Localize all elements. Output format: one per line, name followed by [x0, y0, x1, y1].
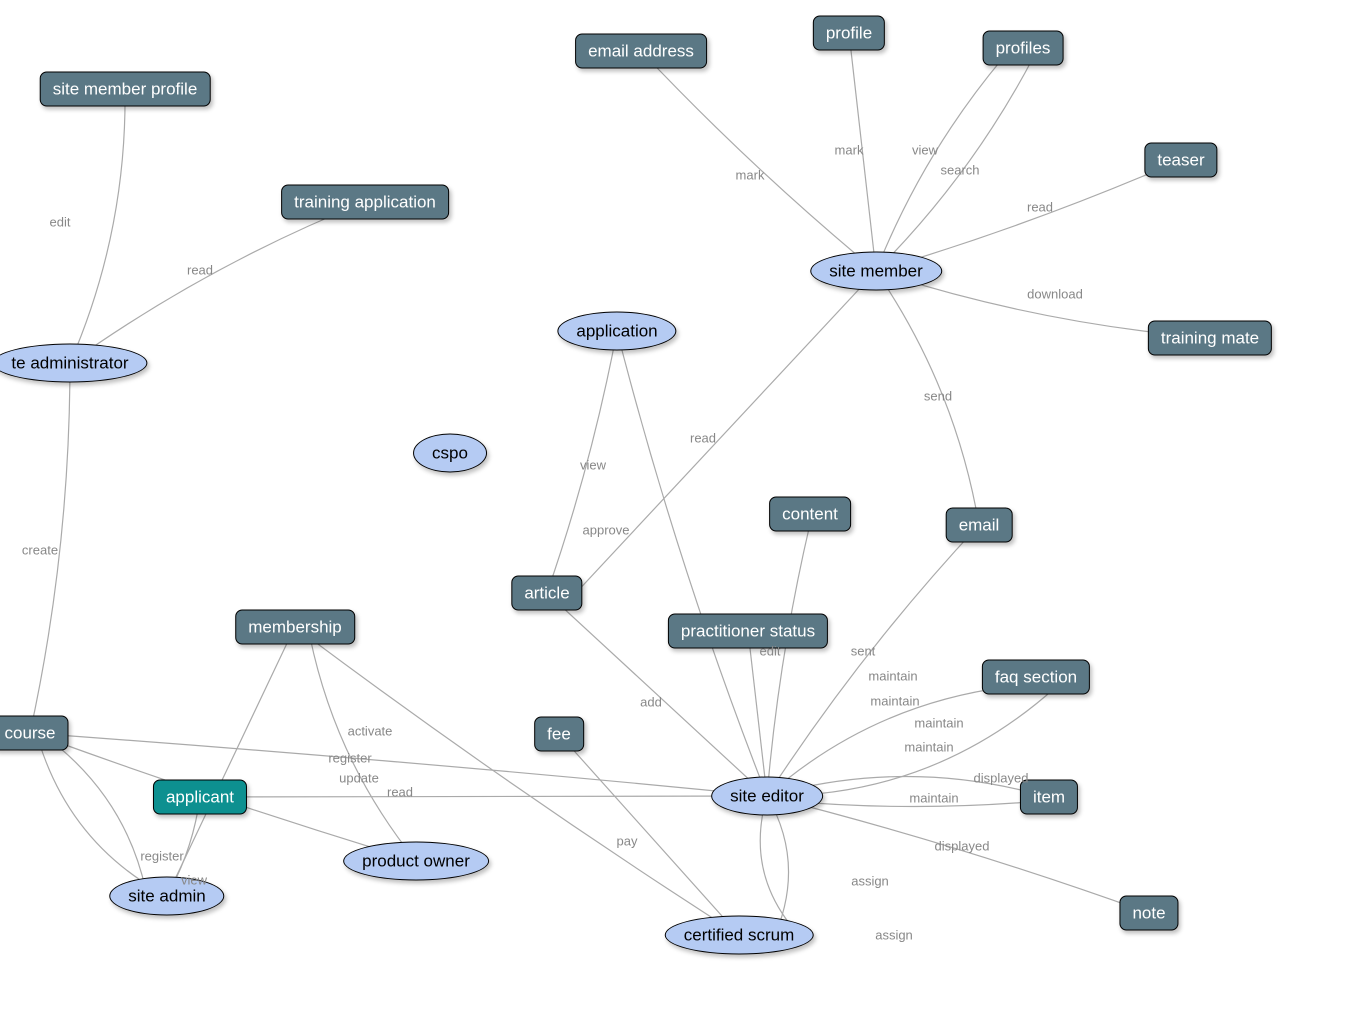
graph-node-content[interactable]: content [769, 497, 851, 532]
graph-edge [70, 202, 365, 363]
graph-node-faq-section[interactable]: faq section [982, 660, 1090, 695]
graph-node-cspo[interactable]: cspo [413, 434, 487, 473]
graph-edge [200, 796, 767, 797]
graph-edge [295, 627, 739, 935]
graph-edge [787, 801, 1029, 807]
graph-edge [70, 89, 125, 363]
graph-node-site-editor[interactable]: site editor [711, 777, 823, 816]
graph-node-article[interactable]: article [511, 576, 582, 611]
graph-node-site-member-profile[interactable]: site member profile [40, 72, 211, 107]
graph-edge [30, 363, 70, 733]
graph-edge [40, 745, 167, 896]
graph-node-membership[interactable]: membership [235, 610, 355, 645]
graph-node-certified-scrum[interactable]: certified scrum [665, 916, 814, 955]
graph-edge [767, 525, 979, 796]
graph-edge [876, 160, 1181, 271]
graph-node-training-materials[interactable]: training mate [1148, 321, 1272, 356]
graph-edge [876, 58, 1033, 271]
graph-node-course[interactable]: course [0, 716, 69, 751]
graph-edge [787, 776, 1029, 792]
graph-edge [60, 748, 147, 896]
graph-edge [760, 796, 799, 935]
graph-edge [876, 58, 1003, 271]
graph-node-site-member[interactable]: site member [810, 252, 942, 291]
graph-node-teaser[interactable]: teaser [1144, 143, 1217, 178]
graph-node-product-owner[interactable]: product owner [343, 842, 489, 881]
graph-edge [767, 796, 1149, 913]
graph-edge [767, 524, 810, 796]
graph-edge [30, 733, 767, 796]
graph-node-site-admin[interactable]: site admin [109, 877, 224, 916]
graph-node-applicant[interactable]: applicant [153, 780, 247, 815]
graph-edge [767, 687, 1056, 796]
graph-edge [876, 271, 979, 525]
graph-node-profile[interactable]: profile [813, 16, 885, 51]
graph-node-practitioner-status[interactable]: practitioner status [668, 614, 828, 649]
graph-node-email-address[interactable]: email address [575, 34, 707, 69]
graph-edge [310, 637, 416, 861]
graph-node-note[interactable]: note [1119, 896, 1178, 931]
graph-node-profiles[interactable]: profiles [983, 31, 1064, 66]
graph-edge [547, 331, 617, 593]
graph-node-item[interactable]: item [1020, 780, 1078, 815]
graph-node-training-application[interactable]: training application [281, 185, 449, 220]
graph-edge [849, 33, 876, 271]
graph-node-fee[interactable]: fee [534, 717, 584, 752]
graph-edge [641, 51, 876, 271]
graph-edge [767, 687, 1006, 796]
graph-node-email[interactable]: email [946, 508, 1013, 543]
graph-node-application[interactable]: application [557, 312, 676, 351]
